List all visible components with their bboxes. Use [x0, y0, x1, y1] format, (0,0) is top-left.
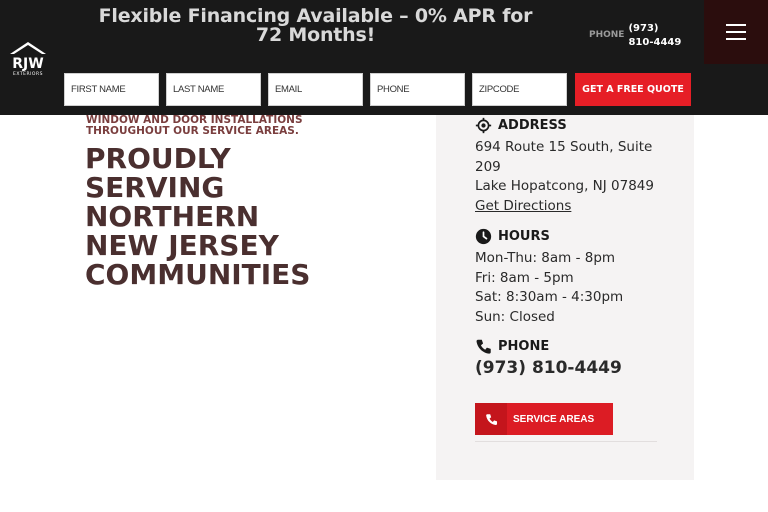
location-target-icon: [475, 117, 492, 134]
menu-button[interactable]: [704, 0, 768, 64]
hours-row: Sun: Closed: [475, 308, 555, 325]
phone-heading: PHONE: [475, 338, 549, 355]
address-block: 694 Route 15 South, Suite 209 Lake Hopat…: [475, 138, 665, 216]
get-directions-link[interactable]: Get Directions: [475, 197, 665, 217]
page-title: PROUDLY SERVING NORTHERN NEW JERSEY COMM…: [85, 142, 311, 291]
site-header: RJW EXTERIORS Flexible Financing Availab…: [0, 0, 768, 115]
address-heading: ADDRESS: [475, 117, 567, 134]
header-phone[interactable]: PHONE (973) 810-4449: [589, 22, 684, 50]
service-areas-label: SERVICE AREAS: [513, 413, 595, 425]
hours-heading-label: HOURS: [498, 229, 550, 244]
hours-row: Mon-Thu: 8am - 8pm: [475, 250, 616, 266]
svg-text:EXTERIORS: EXTERIORS: [13, 71, 43, 76]
hours-list: Mon-Thu: 8am - 8pm Fri: 8am - 5pm Sat: 8…: [475, 249, 665, 327]
section-kicker: WINDOW AND DOOR INSTALLATIONS THROUGHOUT…: [86, 114, 303, 137]
header-phone-number[interactable]: (973) 810-4449: [628, 22, 684, 50]
card-divider: [475, 441, 657, 442]
rjw-logo[interactable]: RJW EXTERIORS: [6, 40, 50, 76]
phone-field[interactable]: [370, 73, 465, 106]
svg-text:RJW: RJW: [12, 56, 43, 72]
financing-banner: Flexible Financing Available – 0% APR fo…: [98, 5, 533, 46]
last-name-field[interactable]: [166, 73, 261, 106]
header-phone-label: PHONE: [589, 30, 625, 40]
hours-row: Sat: 8:30am - 4:30pm: [475, 289, 624, 305]
address-line-1: 694 Route 15 South, Suite 209: [475, 139, 653, 175]
clock-icon: [475, 228, 492, 245]
zipcode-field[interactable]: [472, 73, 567, 106]
first-name-field[interactable]: [64, 73, 159, 106]
phone-icon: [475, 403, 507, 435]
address-line-2: Lake Hopatcong, NJ 07849: [475, 178, 654, 194]
hours-row: Fri: 8am - 5pm: [475, 269, 574, 286]
phone-heading-label: PHONE: [498, 339, 550, 354]
email-field[interactable]: [268, 73, 363, 106]
service-areas-button[interactable]: SERVICE AREAS: [475, 403, 613, 435]
contact-phone-number[interactable]: (973) 810-4449: [475, 358, 622, 378]
get-free-quote-button[interactable]: GET A FREE QUOTE: [575, 73, 691, 106]
hamburger-icon: [726, 24, 746, 26]
address-heading-label: ADDRESS: [498, 118, 567, 133]
hours-heading: HOURS: [475, 228, 550, 245]
phone-icon: [476, 339, 491, 354]
quote-form: [64, 73, 567, 106]
